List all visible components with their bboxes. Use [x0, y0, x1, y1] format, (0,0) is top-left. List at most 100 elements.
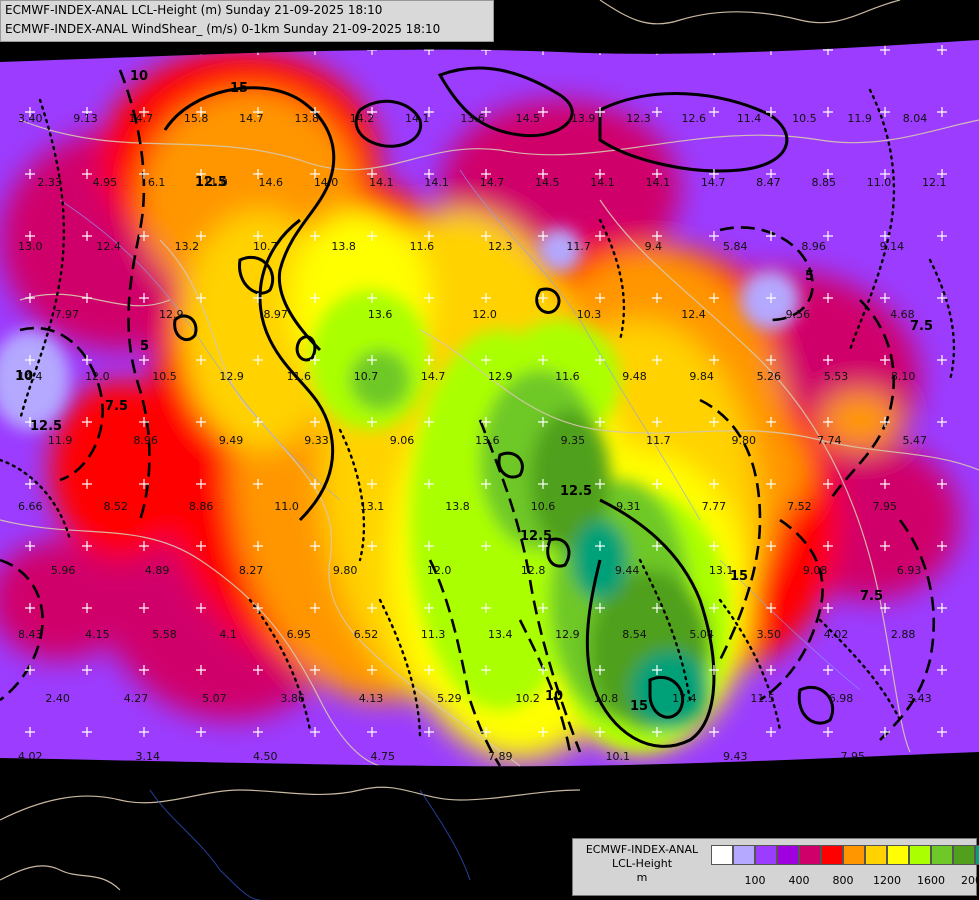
- value-label: 8.52: [103, 500, 128, 513]
- value-label: 6.1: [148, 176, 166, 189]
- value-label: 17.4: [672, 692, 697, 705]
- contour-label: 10: [545, 689, 563, 704]
- value-label: 13.6: [460, 112, 485, 125]
- value-label: 11.7: [646, 434, 671, 447]
- color-legend: ECMWF-INDEX-ANAL LCL-Height m 100 400 800 1…: [572, 838, 979, 896]
- value-label: 12.9: [219, 370, 244, 383]
- value-label: 11.6: [555, 370, 580, 383]
- value-label: 7.74: [817, 434, 842, 447]
- value-label: 12.9: [159, 308, 184, 321]
- value-label: 13.0: [18, 240, 43, 253]
- value-label: 4.27: [124, 692, 149, 705]
- value-label: 12.0: [85, 370, 110, 383]
- legend-swatch: [843, 845, 865, 865]
- value-label: 8.96: [133, 434, 158, 447]
- value-label: 10.7: [354, 370, 379, 383]
- value-label: 9.06: [390, 434, 415, 447]
- value-label: 3.86: [280, 692, 305, 705]
- value-label: 12.0: [427, 564, 452, 577]
- legend-swatch: [711, 845, 733, 865]
- value-label: 2.88: [891, 628, 916, 641]
- value-label: 8.27: [239, 564, 264, 577]
- value-label: 12.1: [922, 176, 947, 189]
- value-label: 6.93: [897, 564, 922, 577]
- value-label: 4.68: [890, 308, 915, 321]
- value-label: 7.77: [702, 500, 727, 513]
- legend-swatches: [711, 845, 979, 865]
- value-label: 3.40: [18, 112, 43, 125]
- value-label: 12.4: [681, 308, 706, 321]
- value-label: 7.95: [873, 500, 898, 513]
- value-label: 3.50: [757, 628, 782, 641]
- value-label: 6.95: [287, 628, 312, 641]
- contour-label: 5: [140, 339, 149, 354]
- value-label: 3.43: [907, 692, 932, 705]
- value-label: 12.9: [555, 628, 580, 641]
- value-label: 12.0: [472, 308, 497, 321]
- legend-swatch: [975, 845, 979, 865]
- map-title-box: ECMWF-INDEX-ANAL LCL-Height (m) Sunday 2…: [0, 0, 494, 42]
- value-label: 14.2: [350, 112, 375, 125]
- legend-swatch: [865, 845, 887, 865]
- value-label: 13.8: [445, 500, 470, 513]
- value-label: 14.1: [424, 176, 449, 189]
- value-label: 13.8: [294, 112, 319, 125]
- legend-swatch: [799, 845, 821, 865]
- value-label: 5.26: [757, 370, 782, 383]
- value-label: 2.40: [45, 692, 70, 705]
- value-label: 9.84: [689, 370, 714, 383]
- value-label: 6.66: [18, 500, 43, 513]
- value-label: 13.4: [488, 628, 513, 641]
- value-label: 8.86: [189, 500, 214, 513]
- value-label: 14.1: [590, 176, 615, 189]
- legend-swatch: [953, 845, 975, 865]
- value-label: 9.14: [880, 240, 905, 253]
- value-label: 7.97: [55, 308, 80, 321]
- value-label: 14.1: [646, 176, 671, 189]
- value-label: 13.6: [368, 308, 393, 321]
- value-label: 5.84: [723, 240, 748, 253]
- value-label: 12.3: [488, 240, 513, 253]
- contour-label: 7.5: [105, 399, 128, 414]
- value-label: 5.47: [902, 434, 927, 447]
- legend-swatch: [755, 845, 777, 865]
- legend-tick-label: 400: [788, 874, 810, 887]
- value-label: 4.89: [145, 564, 170, 577]
- value-label: 14.7: [129, 112, 154, 125]
- legend-parameter: LCL-Height: [611, 857, 673, 870]
- value-label: 4.02: [824, 628, 849, 641]
- contour-label: 15: [630, 699, 648, 714]
- legend-title: ECMWF-INDEX-ANAL LCL-Height m: [573, 843, 711, 885]
- value-label: 11.0: [274, 500, 299, 513]
- contour-label: 12.5: [30, 419, 62, 434]
- value-label: 14.7: [701, 176, 726, 189]
- value-label: 8.04: [903, 112, 928, 125]
- value-label: 8.10: [891, 370, 916, 383]
- legend-tick-label: 100: [744, 874, 766, 887]
- value-label: 9.48: [622, 370, 647, 383]
- value-label: 10.1: [606, 750, 631, 763]
- value-label: 9.56: [786, 308, 811, 321]
- value-label: 10.2: [515, 692, 540, 705]
- value-label: 9.80: [732, 434, 757, 447]
- contour-label: 12.5: [560, 484, 592, 499]
- value-label: 6.52: [354, 628, 379, 641]
- value-label: 8.54: [622, 628, 647, 641]
- contour-label: 15: [230, 81, 248, 96]
- value-label: 11.4: [737, 112, 762, 125]
- legend-swatch: [733, 845, 755, 865]
- value-label: 10.5: [792, 112, 817, 125]
- legend-model: ECMWF-INDEX-ANAL: [585, 843, 699, 856]
- value-label: 9.13: [73, 112, 98, 125]
- contour-label: 5: [805, 269, 814, 284]
- value-label: 9.44: [615, 564, 640, 577]
- value-label: 11.6: [287, 370, 312, 383]
- value-label: 12.6: [682, 112, 707, 125]
- value-label: 13.8: [331, 240, 356, 253]
- value-label: 4.13: [359, 692, 384, 705]
- legend-tick-label: 2000: [961, 874, 979, 887]
- value-label: 9.08: [803, 564, 828, 577]
- legend-swatch: [931, 845, 953, 865]
- value-label: 10.5: [152, 370, 177, 383]
- value-label: 4.15: [85, 628, 110, 641]
